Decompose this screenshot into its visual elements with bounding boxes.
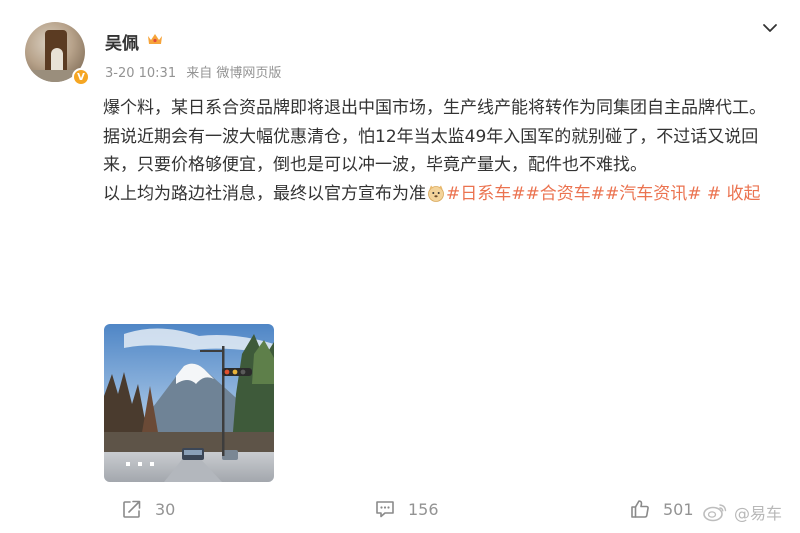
post-meta: 3-20 10:31 来自 微博网页版 [105, 62, 287, 81]
watermark: @易车 [702, 500, 782, 524]
tag-link-qiche[interactable]: #汽车资讯# [605, 184, 702, 204]
weibo-post-card: V 吴佩 3-20 10:31 来自 微博网页版 爆个料，某日系合资品牌即将退出… [0, 0, 800, 533]
post-photo[interactable] [104, 324, 274, 482]
collapse-label: 收起 [726, 183, 761, 204]
post-date[interactable]: 3-20 10:31 [105, 66, 176, 81]
tag-link-hezi[interactable]: #合资车# [526, 184, 606, 204]
post-source: 来自 微博网页版 [186, 66, 282, 81]
action-bar: 30 156 501 [0, 490, 800, 530]
post-paragraph-3-text: 以上均为路边社消息，最终以官方宣布为准 [103, 183, 426, 204]
like-button[interactable]: 501 [629, 498, 694, 520]
weibo-logo-icon [703, 504, 727, 522]
watermark-text: @易车 [734, 504, 783, 523]
comment-count: 156 [408, 499, 439, 519]
tag-link-rixi[interactable]: #日系车# [446, 184, 526, 204]
post-paragraph-2: 据说近期会有一波大幅优惠清仓，怕12年当太监49年入国军的就别碰了，不过话又说回… [103, 126, 759, 176]
post-paragraph-3: 以上均为路边社消息，最终以官方宣布为准 #日系车##合资车##汽车资讯# # 收起 [103, 180, 773, 209]
comment-icon [376, 501, 394, 518]
post-content: 爆个料，某日系合资品牌即将退出中国市场，生产线产能将转作为同集团自主品牌代工。 … [103, 94, 773, 208]
post-paragraph-1: 爆个料，某日系合资品牌即将退出中国市场，生产线产能将转作为同集团自主品牌代工。 [103, 98, 766, 118]
collapse-link[interactable]: # 收起 [707, 184, 761, 204]
comment-button[interactable]: 156 [374, 498, 439, 520]
collapse-hash-icon: # [706, 183, 722, 204]
verified-badge-icon: V [72, 68, 90, 86]
like-count: 501 [663, 499, 694, 519]
share-icon [123, 500, 141, 518]
repost-count: 30 [155, 499, 176, 519]
crown-icon [148, 34, 162, 44]
avatar-figure [51, 48, 63, 72]
thumbs-up-icon [631, 500, 649, 518]
chevron-down-icon[interactable] [760, 18, 780, 38]
doge-emoji-icon [428, 185, 444, 202]
author-name[interactable]: 吴佩 [105, 29, 139, 54]
repost-button[interactable]: 30 [121, 498, 175, 520]
